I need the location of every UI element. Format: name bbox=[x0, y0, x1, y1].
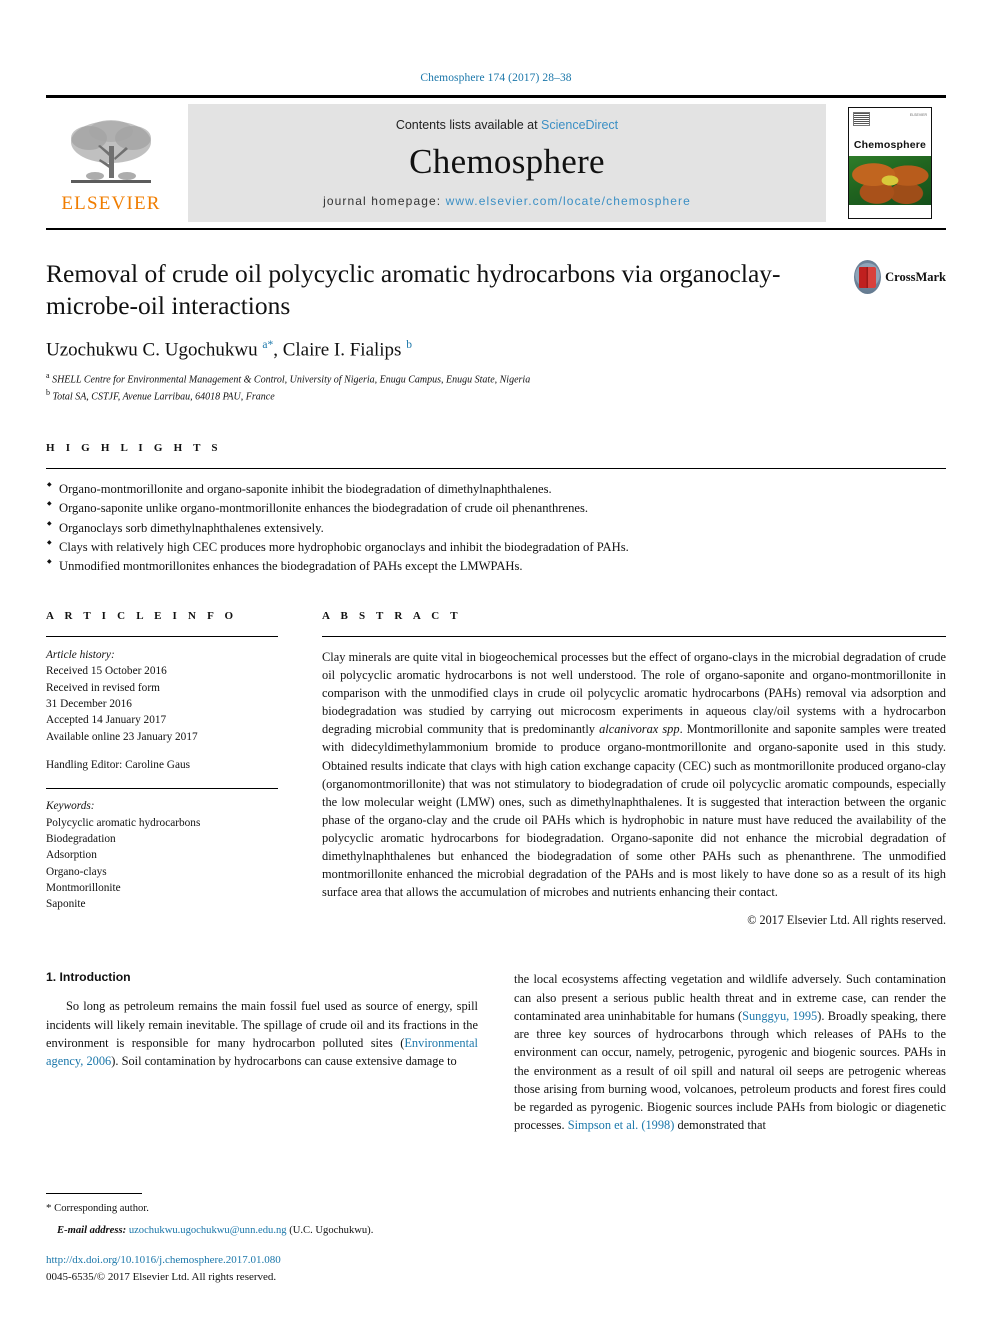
list-item: Organo-montmorillonite and organo-saponi… bbox=[46, 480, 946, 499]
cover-top: ELSEVIER Chemosphere bbox=[849, 108, 931, 157]
doi-block: http://dx.doi.org/10.1016/j.chemosphere.… bbox=[46, 1252, 466, 1285]
email-label: E-mail address: bbox=[57, 1225, 127, 1237]
history-line: Available online 23 January 2017 bbox=[46, 730, 198, 743]
citation-simpson-et-al-1998[interactable]: Simpson et al. (1998) bbox=[568, 1118, 675, 1132]
article-page: Chemosphere 174 (2017) 28–38 ELSEVIER Co… bbox=[0, 0, 992, 1323]
keyword-item: Polycyclic aromatic hydrocarbons bbox=[46, 816, 201, 829]
list-item: Unmodified montmorillonites enhances the… bbox=[46, 557, 946, 576]
footnote-block: * Corresponding author. E-mail address: … bbox=[46, 1193, 466, 1285]
cover-image: ELSEVIER Chemosphere bbox=[848, 107, 932, 219]
crossmark-row: CrossMark bbox=[854, 260, 946, 294]
abstract-heading: A B S T R A C T bbox=[322, 609, 462, 622]
author-list: Uzochukwu C. Ugochukwu a*, Claire I. Fia… bbox=[46, 339, 946, 361]
email-suffix: (U.C. Ugochukwu). bbox=[286, 1225, 374, 1237]
journal-homepage-line: journal homepage: www.elsevier.com/locat… bbox=[323, 194, 691, 208]
abstract-species-name: alcanivorax spp bbox=[599, 722, 680, 737]
history-line: Received 15 October 2016 bbox=[46, 665, 167, 678]
cover-elsevier-icon bbox=[853, 112, 870, 126]
article-history-label: Article history: bbox=[46, 648, 115, 661]
list-item: Clays with relatively high CEC produces … bbox=[46, 538, 946, 557]
body-column-right: the local ecosystems affecting vegetatio… bbox=[514, 970, 946, 1134]
issn-line: 0045-6535/© 2017 Elsevier Ltd. All right… bbox=[46, 1270, 277, 1283]
list-item: Organo-saponite unlike organo-montmorill… bbox=[46, 499, 946, 518]
highlights-heading: H I G H L I G H T S bbox=[46, 442, 222, 455]
affiliations: a SHELL Centre for Environmental Managem… bbox=[46, 370, 946, 405]
abstract-divider bbox=[322, 635, 946, 637]
intro-right-part2: ). Broadly speaking, there are three key… bbox=[514, 1008, 946, 1133]
highlights-section: H I G H L I G H T S Organo-montmorilloni… bbox=[46, 442, 946, 576]
affiliation-a-text: SHELL Centre for Environmental Managemen… bbox=[49, 373, 531, 385]
history-line: Received in revised form bbox=[46, 681, 160, 694]
article-info-heading: A R T I C L E I N F O bbox=[46, 609, 238, 622]
page-title: Removal of crude oil polycyclic aromatic… bbox=[46, 259, 781, 321]
cover-photo-leaves bbox=[849, 156, 931, 205]
elsevier-logo: ELSEVIER bbox=[46, 98, 176, 228]
article-history: Article history: Received 15 October 201… bbox=[46, 647, 278, 745]
body-columns: 1. Introduction So long as petroleum rem… bbox=[46, 970, 946, 1134]
highlights-divider bbox=[46, 468, 946, 470]
running-head: Chemosphere 174 (2017) 28–38 bbox=[420, 72, 572, 84]
info-abstract-row: A R T I C L E I N F O Article history: R… bbox=[46, 610, 946, 929]
abstract-text-part2: . Montmorillonite and saponite samples w… bbox=[322, 722, 946, 900]
affiliation-a: a SHELL Centre for Environmental Managem… bbox=[46, 370, 946, 387]
intro-paragraph-left: So long as petroleum remains the main fo… bbox=[46, 997, 478, 1070]
body-column-left: 1. Introduction So long as petroleum rem… bbox=[46, 970, 478, 1134]
keyword-item: Organo-clays bbox=[46, 865, 107, 878]
article-info-section: A R T I C L E I N F O Article history: R… bbox=[46, 610, 278, 929]
intro-right-part3: demonstrated that bbox=[674, 1118, 766, 1133]
author-one: Uzochukwu C. Ugochukwu bbox=[46, 339, 263, 361]
elsevier-tree-icon bbox=[71, 119, 151, 183]
journal-title: Chemosphere bbox=[409, 141, 605, 181]
contents-prefix: Contents lists available at bbox=[395, 117, 542, 132]
title-block: Removal of crude oil polycyclic aromatic… bbox=[46, 258, 946, 404]
homepage-url-link[interactable]: www.elsevier.com/locate/chemosphere bbox=[446, 194, 691, 208]
crossmark-badge[interactable]: CrossMark bbox=[854, 260, 946, 294]
citation-sunggyu-1995[interactable]: Sunggyu, 1995 bbox=[742, 1009, 817, 1023]
author-two-affil-marker: b bbox=[406, 339, 412, 352]
elsevier-wordmark: ELSEVIER bbox=[61, 192, 161, 214]
keywords-label: Keywords: bbox=[46, 800, 95, 813]
cover-bottom bbox=[849, 204, 931, 218]
keyword-item: Saponite bbox=[46, 898, 86, 911]
footnote-rule bbox=[46, 1193, 142, 1195]
affiliation-b: b Total SA, CSTJF, Avenue Larribau, 6401… bbox=[46, 387, 946, 404]
keywords-divider bbox=[46, 788, 278, 790]
article-info-divider bbox=[46, 635, 278, 637]
email-note: E-mail address: uzochukwu.ugochukwu@unn.… bbox=[46, 1223, 466, 1239]
affiliation-b-text: Total SA, CSTJF, Avenue Larribau, 64018 … bbox=[50, 391, 275, 403]
keyword-item: Montmorillonite bbox=[46, 882, 121, 895]
journal-masthead: ELSEVIER Contents lists available at Sci… bbox=[46, 95, 946, 230]
journal-cover-thumbnail: ELSEVIER Chemosphere bbox=[834, 98, 946, 228]
intro-paragraph-right: the local ecosystems affecting vegetatio… bbox=[514, 970, 946, 1134]
section-heading-introduction: 1. Introduction bbox=[46, 970, 131, 985]
handling-editor: Handling Editor: Caroline Gaus bbox=[46, 759, 191, 772]
crossmark-book-icon bbox=[859, 266, 877, 288]
keyword-item: Biodegradation bbox=[46, 832, 116, 845]
corresponding-author-text: Corresponding author. bbox=[51, 1203, 149, 1215]
crossmark-icon bbox=[854, 260, 882, 294]
crossmark-label: CrossMark bbox=[885, 269, 946, 284]
copyright-line: © 2017 Elsevier Ltd. All rights reserved… bbox=[747, 913, 946, 928]
intro-left-part2: ). Soil contamination by hydrocarbons ca… bbox=[111, 1054, 457, 1069]
homepage-label: journal homepage: bbox=[323, 193, 446, 208]
doi-link[interactable]: http://dx.doi.org/10.1016/j.chemosphere.… bbox=[46, 1254, 281, 1266]
highlights-list: Organo-montmorillonite and organo-saponi… bbox=[46, 480, 946, 576]
history-line: Accepted 14 January 2017 bbox=[46, 714, 167, 727]
abstract-text: Clay minerals are quite vital in biogeoc… bbox=[322, 648, 946, 902]
sciencedirect-link[interactable]: ScienceDirect bbox=[541, 118, 618, 132]
history-line: 31 December 2016 bbox=[46, 698, 132, 711]
corresponding-author-note: * Corresponding author. bbox=[46, 1200, 466, 1217]
masthead-center: Contents lists available at ScienceDirec… bbox=[188, 104, 826, 222]
email-link[interactable]: uzochukwu.ugochukwu@unn.edu.ng bbox=[129, 1225, 287, 1236]
contents-available-line: Contents lists available at ScienceDirec… bbox=[396, 118, 618, 132]
list-item: Organoclays sorb dimethylnaphthalenes ex… bbox=[46, 519, 946, 538]
cover-journal-name: Chemosphere bbox=[853, 139, 927, 152]
cover-corner-label: ELSEVIER bbox=[909, 113, 927, 117]
keyword-item: Adsorption bbox=[46, 849, 97, 862]
author-two: , Claire I. Fialips bbox=[273, 339, 407, 361]
keywords-block: Keywords: Polycyclic aromatic hydrocarbo… bbox=[46, 798, 278, 913]
abstract-section: A B S T R A C T Clay minerals are quite … bbox=[322, 610, 946, 929]
